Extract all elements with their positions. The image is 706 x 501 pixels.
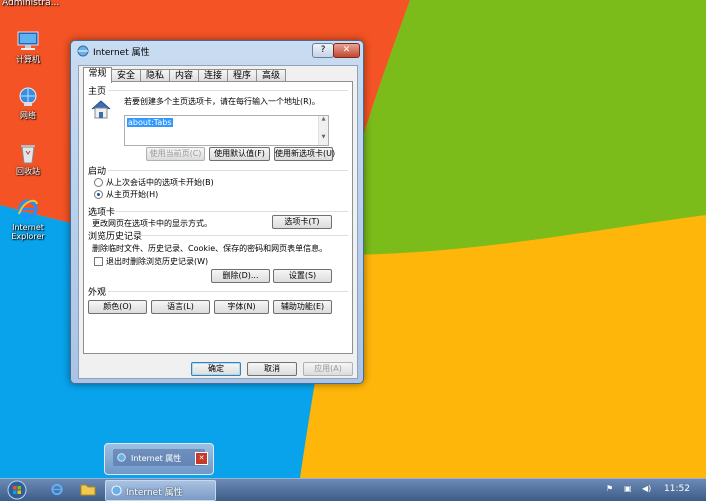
- textarea-scrollbar[interactable]: ▲ ▼: [318, 116, 328, 145]
- desktop-user-label: Administra...: [2, 0, 60, 8]
- computer-icon: [17, 31, 39, 50]
- use-new-tab-button[interactable]: 使用新选项卡(U): [274, 147, 335, 161]
- desktop-icon-label: 网络: [20, 111, 36, 120]
- divider: [108, 170, 348, 171]
- delete-history-on-exit-checkbox[interactable]: [94, 257, 103, 266]
- preview-title: Internet 属性: [131, 454, 182, 463]
- appearance-heading: 外观: [88, 288, 107, 298]
- network-tray-icon[interactable]: ▣: [624, 484, 632, 493]
- ie-taskbar-icon[interactable]: [49, 482, 65, 497]
- homepage-heading: 主页: [88, 87, 107, 97]
- internet-options-dialog: Internet 属性 ? ✕ 常规 安全 隐私 内容 连接 程序 高级 主页 …: [70, 40, 364, 384]
- internet-options-icon: [77, 45, 89, 57]
- ie-icon: [18, 199, 38, 219]
- recycle-bin-icon: [21, 145, 35, 164]
- network-icon: [19, 87, 37, 106]
- volume-icon[interactable]: ◀): [642, 484, 651, 493]
- colors-button[interactable]: 颜色(O): [88, 300, 147, 314]
- action-center-icon[interactable]: ⚑: [606, 484, 613, 493]
- taskbar: Internet 属性 ⚑ ▣ ◀) 11:52: [0, 478, 706, 501]
- close-button[interactable]: ✕: [333, 43, 360, 58]
- homepage-address-field[interactable]: about:Tabs ▲ ▼: [124, 115, 329, 146]
- tab-general[interactable]: 常规: [83, 67, 112, 83]
- ok-button[interactable]: 确定: [191, 362, 241, 376]
- home-icon: [91, 100, 111, 119]
- tabs-heading: 选项卡: [88, 208, 116, 218]
- divider: [108, 291, 348, 292]
- use-default-button[interactable]: 使用默认值(F): [209, 147, 270, 161]
- divider: [136, 235, 348, 236]
- startup-homepage-label[interactable]: 从主页开始(H): [106, 189, 158, 200]
- delete-history-button[interactable]: 删除(D)...: [211, 269, 270, 283]
- history-settings-button[interactable]: 设置(S): [273, 269, 332, 283]
- internet-options-icon: [117, 453, 126, 462]
- desktop-icon-label: Internet Explorer: [11, 223, 45, 241]
- start-button-icon[interactable]: [4, 480, 30, 500]
- fonts-button[interactable]: 字体(N): [214, 300, 269, 314]
- use-current-button[interactable]: 使用当前页(C): [146, 147, 205, 161]
- startup-last-session-label[interactable]: 从上次会话中的选项卡开始(B): [106, 177, 214, 188]
- preview-title-bar: Internet 属性 ✕: [113, 449, 208, 466]
- history-description: 删除临时文件、历史记录、Cookie、保存的密码和网页表单信息。: [92, 244, 328, 253]
- delete-history-on-exit-label[interactable]: 退出时删除浏览历史记录(W): [106, 256, 208, 267]
- cancel-button[interactable]: 取消: [247, 362, 297, 376]
- startup-last-session-radio[interactable]: [94, 178, 103, 187]
- taskbar-item-internet-options[interactable]: Internet 属性: [105, 480, 216, 501]
- general-tab-panel: 主页 若要创建多个主页选项卡，请在每行输入一个地址(R)。 about:Tabs…: [83, 81, 353, 354]
- homepage-instruction: 若要创建多个主页选项卡，请在每行输入一个地址(R)。: [124, 97, 320, 106]
- desktop-icon-label: 计算机: [16, 55, 40, 64]
- desktop-icon-recycle-bin[interactable]: 回收站: [0, 142, 56, 176]
- desktop-icon-network[interactable]: 网络: [0, 86, 56, 120]
- accessibility-button[interactable]: 辅助功能(E): [273, 300, 332, 314]
- tabs-description: 更改网页在选项卡中的显示方式。: [92, 219, 212, 228]
- taskbar-item-label: Internet 属性: [126, 488, 183, 498]
- homepage-address-value: about:Tabs: [127, 118, 173, 127]
- internet-options-icon: [111, 485, 122, 496]
- help-button[interactable]: ?: [312, 43, 334, 58]
- preview-close-icon[interactable]: ✕: [195, 452, 208, 465]
- taskbar-thumbnail-preview[interactable]: Internet 属性 ✕: [104, 443, 214, 475]
- desktop-icon-computer[interactable]: 计算机: [0, 30, 56, 64]
- clock[interactable]: 11:52: [664, 484, 690, 494]
- dialog-titlebar[interactable]: Internet 属性 ? ✕: [71, 41, 363, 61]
- history-heading: 浏览历史记录: [88, 232, 143, 242]
- folder-icon[interactable]: [80, 483, 96, 496]
- languages-button[interactable]: 语言(L): [151, 300, 210, 314]
- dialog-title: Internet 属性: [93, 48, 150, 58]
- dialog-client-area: 常规 安全 隐私 内容 连接 程序 高级 主页 若要创建多个主页选项卡，请在每行…: [78, 65, 358, 379]
- startup-homepage-radio[interactable]: [94, 190, 103, 199]
- tabs-settings-button[interactable]: 选项卡(T): [272, 215, 332, 229]
- apply-button[interactable]: 应用(A): [303, 362, 353, 376]
- desktop-icon-internet-explorer[interactable]: Internet Explorer: [0, 198, 56, 241]
- startup-heading: 启动: [88, 167, 107, 177]
- desktop-icon-label: 回收站: [16, 167, 40, 176]
- divider: [108, 90, 348, 91]
- divider: [116, 211, 348, 212]
